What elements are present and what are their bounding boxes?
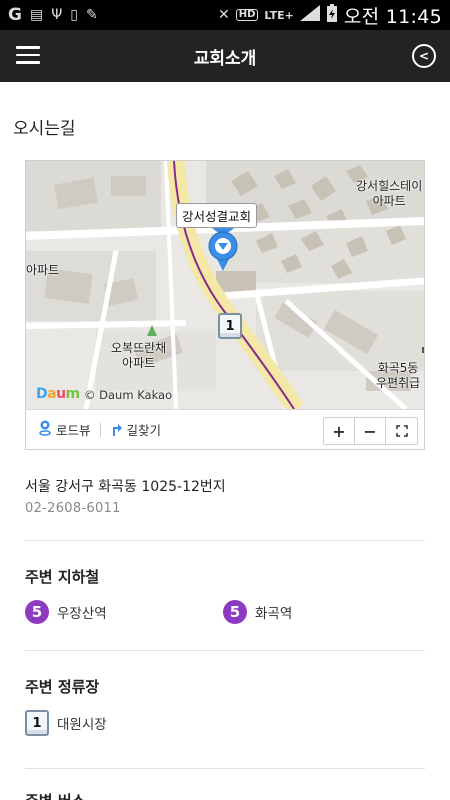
section-heading: 오시는길 xyxy=(13,119,76,139)
subway-station-name: 우장산역 xyxy=(57,606,107,622)
map-label-apartment-bottom: 오복뜨란채 아파트 xyxy=(111,341,167,370)
map-view[interactable]: 강서성결교회 강서힐스테이 아파트 아파트 오복뜨란채 아파트 화곡5동 우편취… xyxy=(26,161,424,409)
subway-heading: 주변 지하철 xyxy=(25,568,100,586)
divider xyxy=(25,650,425,651)
main-content: 오시는길 강서성결교회 강서힐스테이 아파트 아파트 오복뜨란채 아파트 화곡5… xyxy=(0,82,450,800)
status-bar: G ▤ Ψ ▯ ✎ ✕ HD LTE+ 오전 11:45 xyxy=(0,0,450,30)
divider xyxy=(25,540,425,541)
map-label-apartment-left: 아파트 xyxy=(26,263,60,277)
bus-heading: 주변 버스 xyxy=(25,790,85,800)
church-address: 서울 강서구 화곡동 1025-12번지 xyxy=(25,479,226,495)
bus-stop-map-icon[interactable]: 1 xyxy=(218,313,242,339)
fullscreen-icon[interactable] xyxy=(386,418,417,444)
zoom-out-button[interactable]: − xyxy=(355,418,386,444)
divider xyxy=(25,768,425,769)
directions-label: 길찾기 xyxy=(126,423,162,438)
phone-icon: ▯ xyxy=(70,7,78,23)
status-time: 오전 11:45 xyxy=(343,5,442,28)
roadview-button[interactable]: 로드뷰 xyxy=(39,420,91,439)
app-bar: 교회소개 < xyxy=(0,30,450,82)
signal-icon xyxy=(299,5,320,25)
map-copyright: © Daum Kakao xyxy=(84,388,173,402)
subway-line-icon: 5 xyxy=(25,600,49,624)
page-title: 교회소개 xyxy=(193,48,257,69)
map-label-post-office: 화곡5동 우편취급 xyxy=(376,361,421,390)
subway-station-item: 5 화곡역 xyxy=(223,600,292,624)
daum-logo: Daum xyxy=(36,386,80,402)
bus-stop-name: 대원시장 xyxy=(57,717,107,733)
roadview-label: 로드뷰 xyxy=(56,423,91,438)
map-label-apartment-top: 강서힐스테이 아파트 xyxy=(356,179,423,208)
hd-icon: HD xyxy=(235,9,259,21)
church-phone[interactable]: 02-2608-6011 xyxy=(25,501,121,516)
subway-station-item: 5 우장산역 xyxy=(25,600,107,624)
battery-icon xyxy=(326,4,338,26)
map-container: 강서성결교회 강서힐스테이 아파트 아파트 오복뜨란채 아파트 화곡5동 우편취… xyxy=(25,160,425,450)
zoom-controls: + − xyxy=(323,417,418,445)
menu-icon[interactable] xyxy=(16,46,40,66)
toolbar-divider xyxy=(99,422,101,437)
subway-line-icon: 5 xyxy=(223,600,247,624)
bus-stop-item: 1 대원시장 xyxy=(25,710,107,736)
zoom-in-button[interactable]: + xyxy=(324,418,355,444)
roadview-icon xyxy=(39,420,51,439)
pen-icon: ✎ xyxy=(85,7,98,23)
subway-station-name: 화곡역 xyxy=(255,606,293,622)
back-icon[interactable]: < xyxy=(412,44,436,68)
map-toolbar: 로드뷰 길찾기 + − xyxy=(26,409,424,449)
directions-icon xyxy=(110,420,122,439)
bus-stop-heading: 주변 정류장 xyxy=(25,678,100,696)
storage-icon: ▤ xyxy=(29,7,44,23)
directions-button[interactable]: 길찾기 xyxy=(110,420,162,439)
church-map-label: 강서성결교회 xyxy=(176,203,258,228)
bus-stop-icon: 1 xyxy=(25,710,49,736)
usb-icon: Ψ xyxy=(51,7,63,23)
g-icon: G xyxy=(8,4,22,25)
lte-icon: LTE+ xyxy=(264,8,294,22)
mute-icon: ✕ xyxy=(218,7,230,23)
